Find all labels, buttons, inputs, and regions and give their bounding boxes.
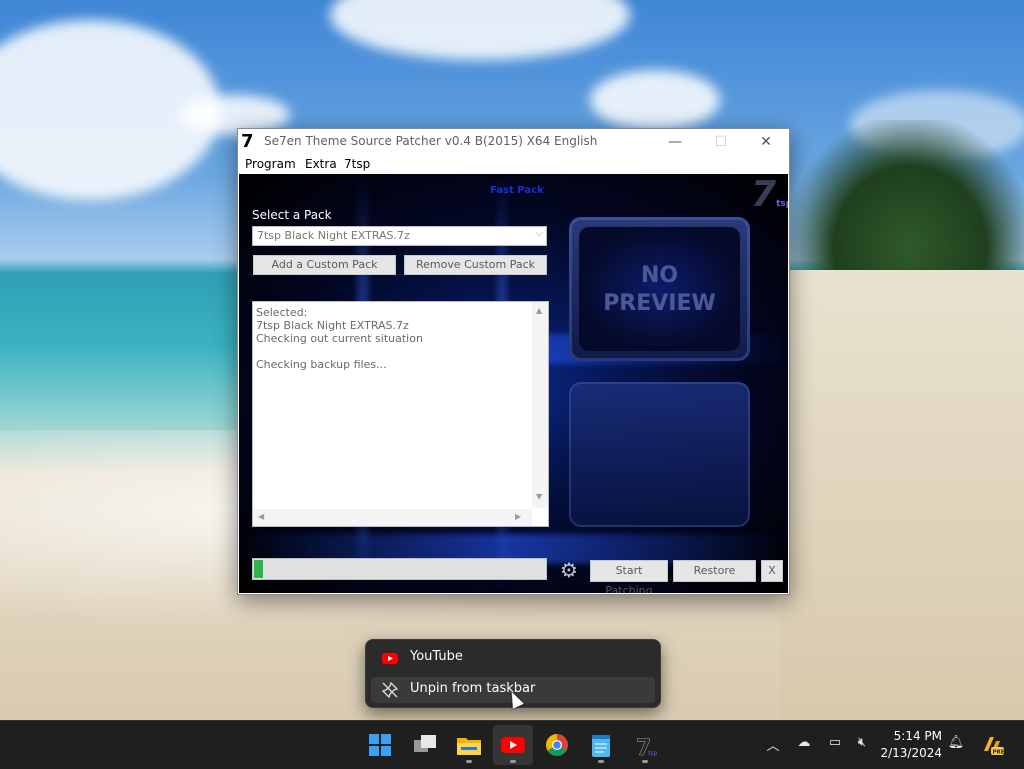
no-preview-text: NO [640,263,679,288]
fast-pack-link[interactable]: Fast Pack [490,185,544,196]
notifications-bell-icon[interactable]: 🔔︎ [946,735,966,750]
copilot-pre-icon[interactable]: PRE [980,733,1005,757]
menu-bar: Program Extra 7tsp [238,155,789,174]
log-textbox[interactable]: Selected: 7tsp Black Night EXTRAS.7z Che… [252,301,549,527]
log-line: Checking backup files... [256,358,387,371]
restore-button[interactable]: Restore [673,560,756,582]
palm-trees [790,120,1024,280]
patcher-panel: Fast Pack 7tsp Select a Pack 7tsp Black … [239,174,788,593]
chrome-icon [546,734,568,756]
log-line: 7tsp Black Night EXTRAS.7z [256,319,409,332]
clock-time[interactable]: 5:14 PM [880,729,942,743]
context-item-label: YouTube [410,649,463,664]
vertical-scrollbar[interactable]: ▲ ▼ [532,302,548,508]
running-indicator [598,760,604,763]
clock-date[interactable]: 2/13/2024 [875,746,942,760]
onedrive-offline-icon[interactable]: ☁ [794,735,814,750]
settings-gear-icon[interactable]: ⚙ [556,559,582,581]
svg-text:7: 7 [636,736,651,761]
7tsp-logo: 7tsp [751,174,788,215]
file-explorer-icon [457,738,481,755]
cloud [590,70,720,130]
maximize-button[interactable]: ☐ [698,129,744,155]
taskbar-notepad[interactable] [581,725,621,765]
preview-image: NO PREVIEW [579,227,740,351]
menu-extra[interactable]: Extra [305,157,337,171]
start-icon [369,734,391,756]
start-button[interactable] [360,725,400,765]
window-title: Se7en Theme Source Patcher v0.4 B(2015) … [264,134,598,148]
7tsp-icon: 7tsp [636,736,658,762]
menu-7tsp[interactable]: 7tsp [344,157,370,171]
youtube-icon [381,649,399,667]
taskbar-file-explorer[interactable] [449,725,489,765]
scroll-down-icon[interactable]: ▼ [536,492,542,501]
pack-dropdown-value: 7tsp Black Night EXTRAS.7z [257,229,410,242]
svg-text:tsp: tsp [648,750,657,757]
task-view-icon [414,735,436,752]
taskbar-7tsp[interactable]: 7 tsp [625,725,665,765]
running-indicator [510,760,516,763]
preview-frame: NO PREVIEW [569,217,750,361]
show-hidden-icons-chevron-icon[interactable]: ︿ [763,735,783,754]
log-line: Checking out current situation [256,332,423,345]
scroll-up-icon[interactable]: ▲ [536,306,542,315]
network-icon[interactable]: ▭ [825,735,845,750]
app-logo-icon: 7 [241,131,254,152]
notepad-icon [592,735,610,757]
progress-bar [252,558,547,580]
start-patching-button[interactable]: Start Patching [590,560,668,593]
cloud [330,0,630,60]
chevron-down-icon: ⌵ [535,228,543,239]
taskbar-chrome[interactable] [537,725,577,765]
taskbar-youtube[interactable] [493,725,533,765]
running-indicator [642,760,648,763]
progress-fill [254,560,263,578]
context-item-youtube[interactable]: YouTube [371,645,655,671]
add-custom-pack-button[interactable]: Add a Custom Pack [253,255,396,275]
patcher-window: 7 Se7en Theme Source Patcher v0.4 B(2015… [237,128,790,595]
unpin-icon [381,681,399,699]
log-line: Selected: [256,306,308,319]
scroll-left-icon[interactable]: ◀ [258,512,264,521]
secondary-preview-frame [569,382,750,527]
task-view-button[interactable] [405,725,445,765]
close-button[interactable]: ✕ [743,129,789,155]
no-preview-text: PREVIEW [603,291,716,316]
scroll-right-icon[interactable]: ▶ [515,512,521,521]
select-pack-label: Select a Pack [252,208,332,222]
svg-text:PRE: PRE [993,750,1005,756]
running-indicator [466,760,472,763]
menu-program[interactable]: Program [245,157,296,171]
minimize-button[interactable]: — [652,129,698,155]
title-bar[interactable]: 7 Se7en Theme Source Patcher v0.4 B(2015… [238,129,789,155]
taskbar: 7 tsp ︿ ☁ ▭ 🔇︎ 5:14 PM 2/13/2024 🔔︎ PRE [0,720,1024,769]
exit-button[interactable]: X [761,560,783,582]
horizontal-scrollbar[interactable]: ◀ ▶ [253,509,532,526]
pack-dropdown[interactable]: 7tsp Black Night EXTRAS.7z ⌵ [252,226,547,246]
remove-custom-pack-button[interactable]: Remove Custom Pack [404,255,547,275]
volume-muted-icon[interactable]: 🔇︎ [852,735,872,750]
youtube-icon [501,737,525,753]
